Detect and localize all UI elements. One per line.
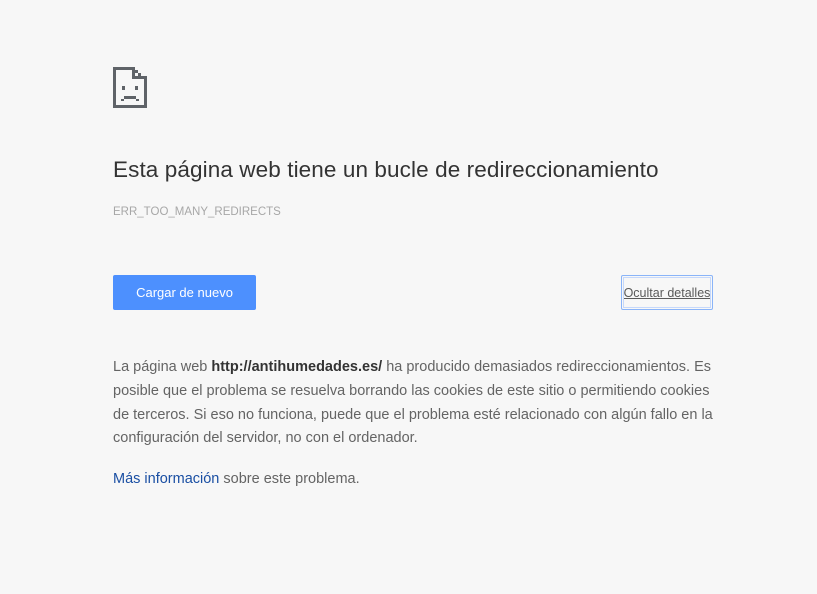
details-url: http://antihumedades.es/ (211, 359, 383, 375)
more-info-link[interactable]: Más información (113, 471, 219, 487)
hide-details-button[interactable]: Ocultar detalles (621, 275, 713, 310)
details-prefix: La página web (113, 359, 212, 375)
error-details: La página web http://antihumedades.es/ h… (113, 356, 723, 451)
error-page: Esta página web tiene un bucle de redire… (0, 0, 817, 594)
page-title: Esta página web tiene un bucle de redire… (113, 157, 659, 182)
sad-page-icon (113, 67, 147, 108)
more-info-suffix: sobre este problema. (219, 471, 360, 487)
more-info-line: Más información sobre este problema. (113, 471, 360, 487)
reload-button[interactable]: Cargar de nuevo (113, 275, 256, 310)
error-code: ERR_TOO_MANY_REDIRECTS (113, 206, 281, 218)
